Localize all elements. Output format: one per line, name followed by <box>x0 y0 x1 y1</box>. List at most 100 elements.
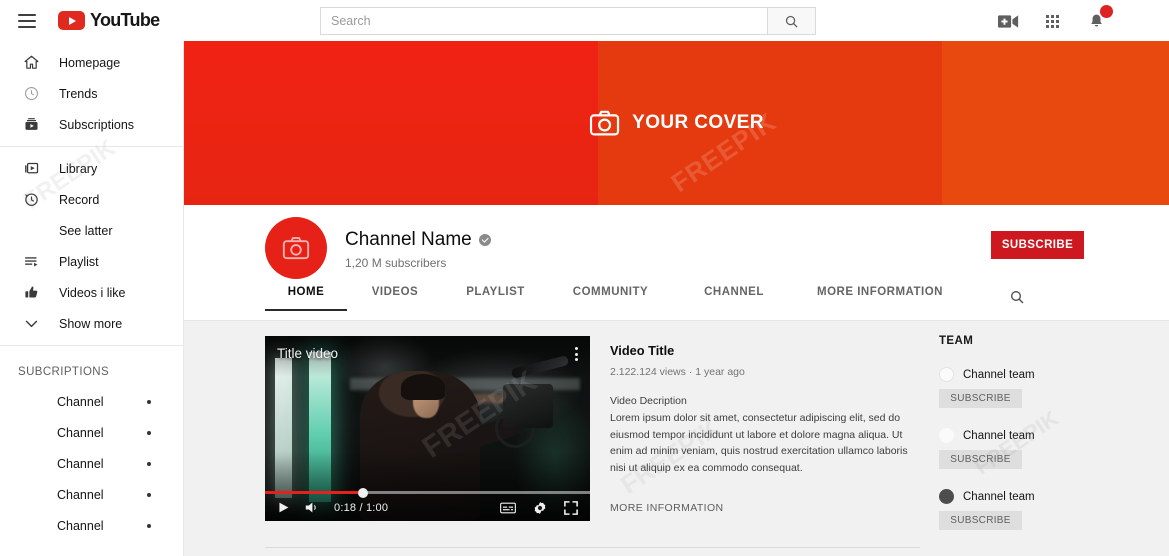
sidebar-item-subscriptions[interactable]: Subscriptions <box>0 109 183 140</box>
youtube-logo[interactable]: YouTube <box>58 10 160 31</box>
cover-placeholder: YOUR COVER <box>589 110 764 136</box>
left-sidebar: FREEPIK Homepage Trends Subscriptions Li… <box>0 41 184 556</box>
play-icon <box>279 502 289 513</box>
captions-button[interactable] <box>500 502 516 514</box>
sidebar-item-show-more[interactable]: Show more <box>0 308 183 339</box>
team-member-header[interactable]: Channel team <box>939 428 1139 443</box>
notifications-button[interactable] <box>1085 5 1113 32</box>
tab-home[interactable]: HOME <box>265 286 347 311</box>
subscriber-count: 1,20 M subscribers <box>345 256 447 270</box>
fullscreen-icon <box>564 500 578 515</box>
video-age: 1 year ago <box>695 366 745 378</box>
subscription-label: Channel <box>57 425 104 440</box>
team-member-name: Channel team <box>963 490 1035 503</box>
search-icon <box>785 15 798 28</box>
header-actions <box>997 5 1113 32</box>
sidebar-label: Library <box>59 161 98 176</box>
video-title[interactable]: Video Title <box>610 343 920 358</box>
sidebar-item-homepage[interactable]: Homepage <box>0 47 183 78</box>
sidebar-item-see-latter[interactable]: See latter <box>0 215 183 246</box>
team-member-header[interactable]: Channel team <box>939 489 1139 504</box>
verified-badge-icon <box>478 234 491 246</box>
search-input[interactable] <box>320 7 767 35</box>
settings-button[interactable] <box>533 501 547 515</box>
sidebar-label: Subscriptions <box>59 117 135 132</box>
youtube-wordmark: YouTube <box>90 10 160 30</box>
subscription-label: Channel <box>57 518 104 533</box>
create-video-button[interactable] <box>997 10 1019 32</box>
tab-channel[interactable]: CHANNEL <box>673 286 795 309</box>
team-subscribe-button[interactable]: SUBSCRIBE <box>939 450 1022 469</box>
camera-icon <box>282 237 310 260</box>
history-clock-icon <box>23 190 45 210</box>
subscription-label: Channel <box>57 394 104 409</box>
avatar <box>939 489 954 504</box>
banner-band-right <box>942 41 1169 205</box>
playlist-icon <box>23 252 45 272</box>
channel-search-button[interactable] <box>1009 289 1025 310</box>
more-information-link[interactable]: MORE INFORMATION <box>610 502 724 514</box>
tab-videos[interactable]: VIDEOS <box>347 286 443 309</box>
team-subscribe-button[interactable]: SUBSCRIBE <box>939 511 1022 530</box>
notification-badge <box>1100 5 1113 18</box>
hamburger-menu-icon[interactable] <box>18 10 40 32</box>
search-button[interactable] <box>767 7 816 35</box>
sidebar-subscription-item[interactable]: Channel <box>0 448 183 479</box>
play-button[interactable] <box>277 501 290 514</box>
thumbs-up-icon <box>23 283 45 303</box>
sidebar-subscription-item[interactable]: Channel <box>0 417 183 448</box>
video-overlay-title: Title video <box>277 346 339 361</box>
team-panel: FREEPIK TEAM Channel team SUBSCRIBE Chan… <box>939 335 1139 530</box>
sidebar-item-library[interactable]: Library <box>0 153 183 184</box>
youtube-channel-page: YouTube Search FREEPIK Homepage Trends S… <box>0 0 1169 556</box>
channel-banner[interactable]: FREEPIK YOUR COVER <box>184 41 1169 205</box>
home-icon <box>23 53 45 73</box>
channel-name: Channel Name <box>345 229 491 251</box>
description-heading: Video Decription <box>610 395 687 407</box>
content-divider <box>265 547 920 548</box>
top-header: YouTube <box>0 0 1169 41</box>
sidebar-item-trends[interactable]: Trends <box>0 78 183 109</box>
player-controls: 0:18 / 1:00 <box>265 494 590 521</box>
sidebar-item-videos-i-like[interactable]: Videos i like <box>0 277 183 308</box>
fullscreen-button[interactable] <box>564 500 578 515</box>
channel-name-text: Channel Name <box>345 229 472 250</box>
search-bar <box>320 7 816 35</box>
sidebar-subscription-item[interactable]: Channel <box>0 386 183 417</box>
subscription-label: Channel <box>57 487 104 502</box>
tab-more-information[interactable]: MORE INFORMATION <box>795 286 965 309</box>
sidebar-subscription-item[interactable]: Channel <box>0 510 183 541</box>
view-count: 2.122.124 views <box>610 366 686 378</box>
channel-avatar[interactable] <box>265 217 327 279</box>
sidebar-subscription-item[interactable]: Channel <box>0 479 183 510</box>
team-member: Channel team SUBSCRIBE <box>939 428 1139 469</box>
volume-button[interactable] <box>305 501 319 514</box>
tab-community[interactable]: COMMUNITY <box>548 286 673 309</box>
team-subscribe-button[interactable]: SUBSCRIBE <box>939 389 1022 408</box>
video-player[interactable]: FREEPIK Title video <box>265 336 590 521</box>
sidebar-label: Videos i like <box>59 285 126 300</box>
avatar <box>939 367 954 382</box>
team-member-header[interactable]: Channel team <box>939 367 1139 382</box>
subscriptions-heading: SUBCRIPTIONS <box>18 366 110 378</box>
apps-button[interactable] <box>1041 10 1063 32</box>
team-member-name: Channel team <box>963 368 1035 381</box>
watch-later-icon <box>23 221 45 241</box>
camera-icon <box>589 110 619 136</box>
video-description: Lorem ipsum dolor sit amet, consectetur … <box>610 412 908 474</box>
new-content-dot <box>147 399 151 404</box>
tab-playlist[interactable]: PLAYLIST <box>443 286 548 309</box>
sidebar-group-primary: Homepage Trends Subscriptions <box>0 41 183 146</box>
sidebar-label: Trends <box>59 86 98 101</box>
sidebar-label: Record <box>59 192 100 207</box>
sidebar-label: See latter <box>59 223 113 238</box>
more-vertical-icon[interactable] <box>575 347 578 361</box>
new-content-dot <box>147 461 151 466</box>
team-heading: TEAM <box>939 335 974 347</box>
channel-home-content: FREEPIK FREEPIK Title video <box>184 321 1169 556</box>
sidebar-item-playlist[interactable]: Playlist <box>0 246 183 277</box>
search-icon <box>1011 291 1024 304</box>
subscribe-button[interactable]: SUBSCRIBE <box>991 231 1084 259</box>
time-display: 0:18 / 1:00 <box>334 501 389 514</box>
sidebar-item-record[interactable]: Record <box>0 184 183 215</box>
